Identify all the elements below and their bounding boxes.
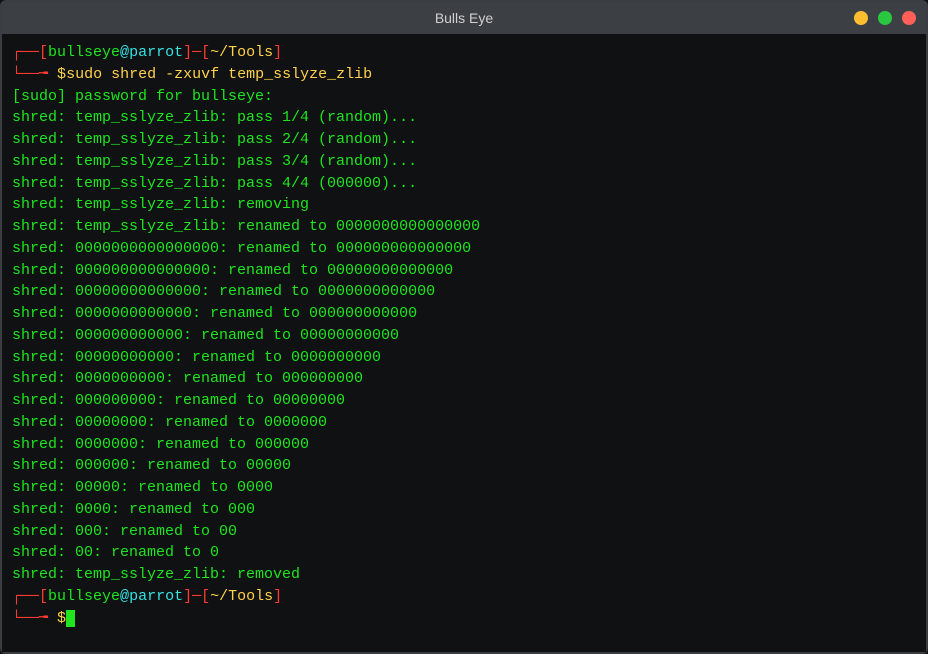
cursor-icon [66,610,75,627]
output-line: shred: 0000000000: renamed to 000000000 [12,368,916,390]
prompt-host: parrot [129,44,183,61]
output-line: shred: 0000000000000000: renamed to 0000… [12,238,916,260]
output-line: shred: 0000: renamed to 000 [12,499,916,521]
prompt-bracket: ] [183,588,192,605]
output-line: [sudo] password for bullseye: [12,86,916,108]
prompt-line-2-top: ┌──[bullseye@parrot]─[~/Tools] [12,586,916,608]
output-line: shred: 0000000: renamed to 000000 [12,434,916,456]
window-titlebar[interactable]: Bulls Eye [2,2,926,34]
output-line: shred: temp_sslyze_zlib: pass 3/4 (rando… [12,151,916,173]
prompt-bracket: ] [273,588,282,605]
prompt-bracket: [ [39,44,48,61]
output-line: shred: temp_sslyze_zlib: renamed to 0000… [12,216,916,238]
window-controls [854,11,916,25]
prompt-user: bullseye [48,44,120,61]
close-icon[interactable] [902,11,916,25]
prompt-bracket: [ [201,588,210,605]
output-line: shred: 000000: renamed to 00000 [12,455,916,477]
prompt-path: ~/Tools [210,44,273,61]
prompt-line-1-top: ┌──[bullseye@parrot]─[~/Tools] [12,42,916,64]
output-line: shred: 000000000000000: renamed to 00000… [12,260,916,282]
prompt-corner: └──╼ [12,610,57,627]
prompt-dollar: $ [57,610,66,627]
prompt-bracket: [ [201,44,210,61]
output-line: shred: temp_sslyze_zlib: removed [12,564,916,586]
output-line: shred: 0000000000000: renamed to 0000000… [12,303,916,325]
maximize-icon[interactable] [878,11,892,25]
window-title: Bulls Eye [435,10,493,26]
output-line: shred: temp_sslyze_zlib: pass 2/4 (rando… [12,129,916,151]
output-line: shred: 000: renamed to 00 [12,521,916,543]
prompt-user: bullseye [48,588,120,605]
prompt-path: ~/Tools [210,588,273,605]
output-line: shred: temp_sslyze_zlib: pass 1/4 (rando… [12,107,916,129]
prompt-corner: ┌── [12,588,39,605]
prompt-bracket: ] [273,44,282,61]
command-text: sudo shred -zxuvf temp_sslyze_zlib [66,66,372,83]
prompt-host: parrot [129,588,183,605]
output-line: shred: 000000000: renamed to 00000000 [12,390,916,412]
prompt-at: @ [120,588,129,605]
prompt-line-2-bot: └──╼ $ [12,608,916,630]
minimize-icon[interactable] [854,11,868,25]
prompt-at: @ [120,44,129,61]
output-line: shred: 00: renamed to 0 [12,542,916,564]
prompt-line-1-bot: └──╼ $sudo shred -zxuvf temp_sslyze_zlib [12,64,916,86]
output-line: shred: temp_sslyze_zlib: removing [12,194,916,216]
output-line: shred: temp_sslyze_zlib: pass 4/4 (00000… [12,173,916,195]
output-line: shred: 00000000000: renamed to 000000000… [12,347,916,369]
output-line: shred: 00000000000000: renamed to 000000… [12,281,916,303]
prompt-corner: ┌── [12,44,39,61]
prompt-dash: ─ [192,44,201,61]
prompt-dash: ─ [192,588,201,605]
output-line: shred: 00000: renamed to 0000 [12,477,916,499]
output-line: shred: 00000000: renamed to 0000000 [12,412,916,434]
prompt-bracket: [ [39,588,48,605]
output-line: shred: 000000000000: renamed to 00000000… [12,325,916,347]
prompt-corner: └──╼ [12,66,57,83]
prompt-bracket: ] [183,44,192,61]
prompt-dollar: $ [57,66,66,83]
terminal-area[interactable]: ┌──[bullseye@parrot]─[~/Tools]└──╼ $sudo… [2,34,926,652]
